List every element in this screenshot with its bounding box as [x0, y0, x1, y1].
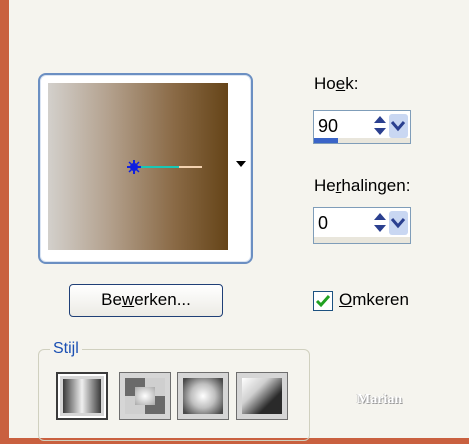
repeats-spinbox[interactable]: 0 — [313, 207, 411, 244]
repeats-value[interactable]: 0 — [318, 213, 328, 234]
style-radial-button[interactable] — [177, 372, 229, 420]
angle-label: Hoek: — [314, 74, 359, 93]
invert-checkbox[interactable] — [313, 291, 333, 311]
window-frame-left — [0, 0, 9, 444]
spin-arrows-icon[interactable] — [369, 211, 409, 235]
edit-button[interactable]: Bewerken... — [69, 284, 223, 317]
angle-value[interactable]: 90 — [318, 116, 338, 137]
linear-gradient-icon — [63, 379, 101, 413]
invert-label[interactable]: Omkeren — [339, 290, 409, 310]
style-linear-button[interactable] — [56, 372, 108, 420]
style-rectangular-button[interactable] — [119, 372, 171, 420]
angle-slider-bar[interactable] — [314, 138, 410, 143]
gradient-preview[interactable] — [38, 73, 253, 264]
angle-handle-icon[interactable] — [124, 157, 214, 177]
rectangular-gradient-icon — [125, 378, 165, 414]
repeats-slider-bar[interactable] — [314, 237, 410, 243]
repeats-label: Herhalingen: — [314, 176, 411, 195]
style-corner-button[interactable] — [236, 372, 288, 420]
corner-gradient-icon — [242, 378, 282, 414]
spin-arrows-icon[interactable] — [369, 114, 409, 138]
watermark: Marian — [357, 392, 403, 407]
angle-spinbox[interactable]: 90 — [313, 110, 411, 144]
radial-gradient-icon — [183, 378, 223, 414]
preview-dropdown-icon[interactable] — [236, 161, 246, 167]
style-group-legend: Stijl — [50, 340, 82, 358]
angle-slider-fill — [314, 138, 338, 143]
check-icon — [315, 295, 331, 308]
